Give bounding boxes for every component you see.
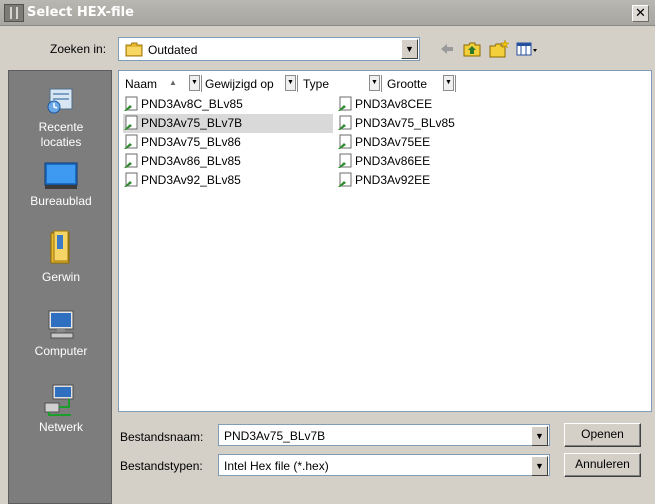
open-button[interactable]: Openen xyxy=(564,423,641,447)
place-network[interactable]: Netwerk xyxy=(9,383,113,435)
filetype-label: Bestandstypen: xyxy=(120,459,203,473)
file-item[interactable]: PND3Av75_BLv85 xyxy=(337,114,487,133)
column-filter-size[interactable]: ▼ xyxy=(443,75,454,91)
close-icon: ✕ xyxy=(635,5,646,20)
column-divider[interactable] xyxy=(381,75,382,92)
file-item[interactable]: PND3Av92_BLv85 xyxy=(123,171,333,190)
file-item[interactable]: PND3Av75EE xyxy=(337,133,487,152)
place-label: Gerwin xyxy=(41,270,80,284)
computer-icon xyxy=(48,310,74,339)
hex-file-icon xyxy=(338,134,352,149)
filetype-dropdown[interactable]: Intel Hex file (*.hex) ▼ xyxy=(218,454,550,476)
close-button[interactable]: ✕ xyxy=(632,5,649,22)
filetype-value: Intel Hex file (*.hex) xyxy=(224,459,329,473)
file-item[interactable]: PND3Av92EE xyxy=(337,171,487,190)
column-divider[interactable] xyxy=(201,75,202,92)
place-user[interactable]: Gerwin xyxy=(9,229,113,285)
places-bar: Recente locaties Bureaublad Gerwin Compu… xyxy=(8,70,112,504)
column-header-size[interactable]: Grootte xyxy=(387,75,447,92)
place-label: Netwerk xyxy=(38,420,83,434)
network-icon xyxy=(44,384,74,416)
lookin-label: Zoeken in: xyxy=(50,42,107,56)
title-bar: Select HEX-file ✕ xyxy=(0,0,655,26)
hex-file-icon xyxy=(124,134,138,149)
place-label: Computer xyxy=(34,344,88,358)
desktop-icon xyxy=(44,162,78,189)
app-icon xyxy=(4,4,24,22)
place-recent[interactable]: Recente locaties xyxy=(9,83,113,150)
lookin-dropdown[interactable]: Outdated ▼ xyxy=(118,37,420,61)
hex-file-icon xyxy=(124,96,138,111)
place-label: Bureaublad xyxy=(30,194,92,208)
file-item[interactable]: PND3Av86_BLv85 xyxy=(123,152,333,171)
folder-icon xyxy=(125,42,143,57)
hex-file-icon xyxy=(124,115,138,130)
sort-ascending-icon: ▲ xyxy=(169,78,177,87)
chevron-down-icon[interactable]: ▼ xyxy=(531,456,548,476)
column-header-modified[interactable]: Gewijzigd op xyxy=(205,75,285,92)
recent-locations-icon xyxy=(47,88,73,114)
file-item[interactable]: PND3Av8CEE xyxy=(337,95,487,114)
hex-file-icon xyxy=(338,153,352,168)
window-title: Select HEX-file xyxy=(27,5,134,20)
file-item-selected[interactable]: PND3Av75_BLv7B xyxy=(123,114,333,133)
hex-file-icon xyxy=(338,115,352,130)
hex-file-icon xyxy=(338,172,352,187)
place-label: locaties xyxy=(40,135,82,149)
file-item[interactable]: PND3Av8C_BLv85 xyxy=(123,95,333,114)
column-header-name[interactable]: Naam ▲ xyxy=(125,75,185,92)
file-item[interactable]: PND3Av75_BLv86 xyxy=(123,133,333,152)
user-folder-icon xyxy=(50,230,70,264)
column-filter-name[interactable]: ▼ xyxy=(189,75,200,91)
filename-value: PND3Av75_BLv7B xyxy=(224,429,326,443)
place-computer[interactable]: Computer xyxy=(9,307,113,359)
chevron-down-icon[interactable]: ▼ xyxy=(531,426,548,446)
file-item[interactable]: PND3Av86EE xyxy=(337,152,487,171)
cancel-button[interactable]: Annuleren xyxy=(564,453,641,477)
file-list[interactable]: Naam ▲ ▼ Gewijzigd op ▼ Type ▼ Grootte ▼… xyxy=(118,70,652,412)
lookin-value: Outdated xyxy=(148,43,198,57)
place-desktop[interactable]: Bureaublad xyxy=(9,161,113,209)
column-divider[interactable] xyxy=(297,75,298,92)
back-arrow-icon[interactable] xyxy=(438,39,456,59)
view-menu-icon[interactable] xyxy=(516,39,538,59)
column-filter-type[interactable]: ▼ xyxy=(369,75,380,91)
up-folder-icon[interactable] xyxy=(462,39,482,59)
hex-file-icon xyxy=(124,153,138,168)
new-folder-icon[interactable] xyxy=(488,39,510,59)
hex-file-icon xyxy=(338,96,352,111)
column-header-type[interactable]: Type xyxy=(303,75,343,92)
hex-file-icon xyxy=(124,172,138,187)
column-divider[interactable] xyxy=(455,75,456,92)
chevron-down-icon[interactable]: ▼ xyxy=(401,39,418,59)
place-label: Recente xyxy=(38,120,84,134)
column-filter-modified[interactable]: ▼ xyxy=(285,75,296,91)
filename-input[interactable]: PND3Av75_BLv7B ▼ xyxy=(218,424,550,446)
filename-label: Bestandsnaam: xyxy=(120,430,204,444)
